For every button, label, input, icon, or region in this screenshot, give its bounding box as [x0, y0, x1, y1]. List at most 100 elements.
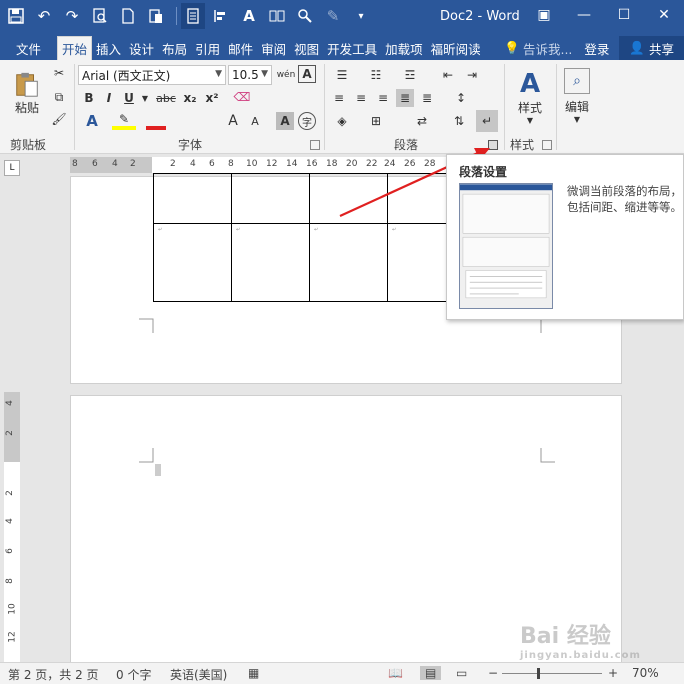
underline-dropdown-icon[interactable]: ▼: [140, 89, 150, 107]
sort-icon[interactable]: ⇅: [448, 112, 470, 130]
multilevel-list-icon[interactable]: ☲: [398, 66, 422, 84]
phonetic-guide-button[interactable]: wén: [276, 65, 296, 85]
tab-home[interactable]: 开始: [57, 36, 93, 60]
bold-button[interactable]: B: [80, 89, 98, 107]
word-count[interactable]: 0 个字: [116, 666, 151, 683]
tab-developer[interactable]: 开发工具: [323, 36, 381, 60]
tab-foxit[interactable]: 福昕阅读: [427, 36, 485, 60]
align-center-icon[interactable]: ≡: [352, 89, 370, 107]
text-effects-icon[interactable]: A: [80, 112, 104, 130]
line-spacing-icon[interactable]: ↕: [450, 89, 472, 107]
font-color-icon[interactable]: [146, 112, 166, 130]
justify-icon[interactable]: ≣: [396, 89, 414, 107]
zoom-level[interactable]: 70%: [632, 666, 659, 680]
tab-insert[interactable]: 插入: [92, 36, 125, 60]
align-left-icon[interactable]: ≡: [330, 89, 348, 107]
paste-icon[interactable]: [144, 3, 168, 29]
ink-icon[interactable]: ✎: [321, 3, 345, 29]
language-indicator[interactable]: 英语(美国): [170, 666, 227, 683]
format-icon[interactable]: [209, 3, 233, 29]
grow-font-button[interactable]: A: [224, 112, 242, 130]
format-painter-icon[interactable]: 🖌: [50, 110, 68, 128]
columns-icon[interactable]: [265, 3, 289, 29]
styles-dialog-launcher[interactable]: [542, 140, 552, 150]
share-button[interactable]: 👤 共享: [619, 36, 684, 60]
minimize-icon[interactable]: —: [564, 0, 604, 30]
table-cell[interactable]: ↵: [153, 223, 232, 302]
tab-selector[interactable]: L: [4, 160, 20, 176]
tab-addins[interactable]: 加载项: [381, 36, 427, 60]
font-name-combo[interactable]: Arial (西文正文) ▼: [78, 65, 226, 85]
table-cell[interactable]: [231, 173, 310, 224]
chinese-layout-icon[interactable]: ⇄: [410, 112, 434, 130]
cut-icon[interactable]: ✂: [50, 64, 68, 82]
zoom-slider-thumb[interactable]: [537, 668, 540, 679]
font-dialog-launcher[interactable]: [310, 140, 320, 150]
save-icon[interactable]: [4, 3, 28, 29]
distributed-icon[interactable]: ≣: [418, 89, 436, 107]
italic-button[interactable]: I: [100, 89, 118, 107]
vertical-ruler[interactable]: 4 2 2 4 6 8 10 12: [4, 392, 20, 662]
close-icon[interactable]: ✕: [644, 0, 684, 30]
login-link[interactable]: 登录: [584, 39, 609, 58]
font-size-combo[interactable]: 10.5 ▼: [228, 65, 272, 85]
shrink-font-button[interactable]: A: [246, 112, 264, 130]
tab-references[interactable]: 引用: [191, 36, 224, 60]
superscript-button[interactable]: x²: [202, 89, 222, 107]
bullets-icon[interactable]: ☰: [330, 66, 354, 84]
underline-button[interactable]: U: [120, 89, 138, 107]
print-preview-icon[interactable]: [88, 3, 112, 29]
clear-format-icon[interactable]: ⌫: [232, 87, 252, 107]
char-border-icon[interactable]: A: [298, 65, 316, 83]
numbering-icon[interactable]: ☷: [364, 66, 388, 84]
print-layout-view-icon[interactable]: ▤: [420, 666, 442, 680]
redo-icon[interactable]: ↷: [60, 3, 84, 29]
char-shading-button[interactable]: A: [276, 112, 294, 130]
zoom-slider[interactable]: [502, 673, 602, 674]
read-mode-view-icon[interactable]: 📖: [388, 666, 403, 680]
separator: [176, 7, 177, 25]
undo-icon[interactable]: ↶: [32, 3, 56, 29]
new-document-icon[interactable]: [116, 3, 140, 29]
tab-view[interactable]: 视图: [290, 36, 323, 60]
styles-button[interactable]: A 样式 ▼: [510, 66, 550, 128]
highlight-icon[interactable]: ✎: [112, 112, 136, 130]
ruler-tick-label: 8: [228, 159, 234, 169]
tell-me-box[interactable]: 💡 告诉我...: [504, 39, 572, 58]
page-count[interactable]: 第 2 页，共 2 页: [8, 666, 99, 683]
tooltip-description: 微调当前段落的布局，包括间距、缩进等等。: [567, 184, 682, 214]
find-icon[interactable]: [293, 3, 317, 29]
borders-icon[interactable]: ⊞: [364, 112, 388, 130]
customize-qat-icon[interactable]: ▾: [349, 3, 373, 29]
editing-button[interactable]: ⌕ 编辑 ▼: [560, 64, 594, 128]
table-cell[interactable]: ↵: [231, 223, 310, 302]
title-bar: ↶ ↷ A ✎ ▾ Doc2 - Word ▣ — ☐ ✕: [0, 0, 684, 34]
zoom-in-icon[interactable]: +: [608, 666, 618, 680]
increase-indent-icon[interactable]: ⇥: [462, 66, 482, 84]
tab-review[interactable]: 审阅: [257, 36, 290, 60]
font-color-icon[interactable]: A: [237, 3, 261, 29]
subscript-button[interactable]: x₂: [180, 89, 200, 107]
strikethrough-button[interactable]: abc: [154, 89, 178, 107]
macro-icon[interactable]: ▦: [248, 666, 259, 680]
lightbulb-icon: 💡: [504, 40, 520, 55]
tab-design[interactable]: 设计: [125, 36, 158, 60]
maximize-icon[interactable]: ☐: [604, 0, 644, 30]
web-layout-view-icon[interactable]: ▭: [456, 666, 467, 680]
decrease-indent-icon[interactable]: ⇤: [438, 66, 458, 84]
paste-button[interactable]: 粘贴: [8, 66, 46, 120]
enclose-char-button[interactable]: 字: [298, 112, 316, 130]
table-cell[interactable]: [153, 173, 232, 224]
shading-icon[interactable]: ◈: [330, 112, 354, 130]
show-marks-icon[interactable]: ↵: [476, 110, 498, 132]
tab-layout[interactable]: 布局: [158, 36, 191, 60]
table-cell[interactable]: ↵: [309, 223, 388, 302]
read-mode-icon[interactable]: [181, 3, 205, 29]
align-right-icon[interactable]: ≡: [374, 89, 392, 107]
tab-mailings[interactable]: 邮件: [224, 36, 257, 60]
tab-file[interactable]: 文件: [0, 36, 57, 60]
ribbon-display-icon[interactable]: ▣: [524, 0, 564, 30]
copy-icon[interactable]: ⧉: [50, 88, 68, 106]
zoom-out-icon[interactable]: −: [488, 666, 498, 680]
paste-label: 粘贴: [14, 100, 39, 115]
